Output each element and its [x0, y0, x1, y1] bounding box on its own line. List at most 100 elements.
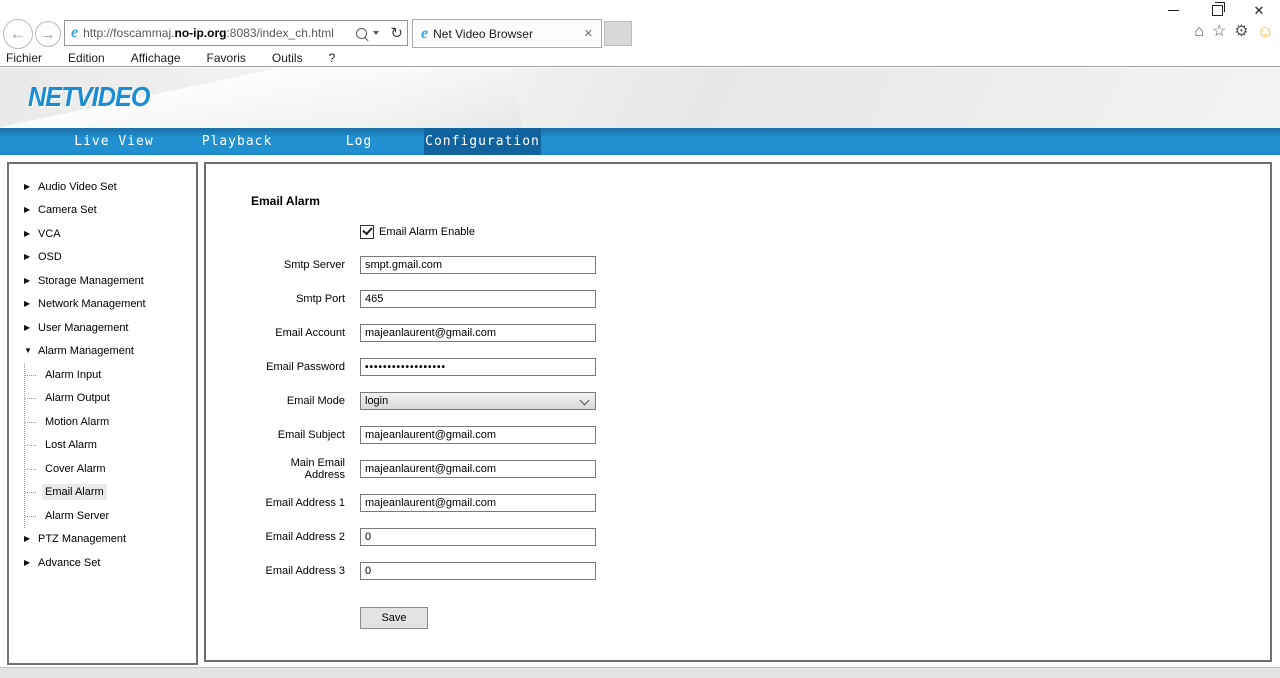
restore-icon: [1211, 1, 1225, 16]
close-button[interactable]: ✕: [1246, 2, 1272, 18]
refresh-icon[interactable]: ↻: [390, 26, 403, 41]
smtp-server-field[interactable]: [360, 256, 596, 274]
minimize-icon: [1167, 9, 1179, 11]
nav-tab-playback[interactable]: Playback: [177, 128, 297, 155]
sidebar-item-audio-video-set[interactable]: Audio Video Set: [9, 175, 196, 199]
sidebar-item-ptz-management[interactable]: PTZ Management: [9, 528, 196, 552]
search-dropdown-caret-icon[interactable]: [373, 31, 380, 35]
sidebar-item-label: User Management: [38, 321, 129, 334]
sidebar-item-label: Cover Alarm: [45, 462, 106, 475]
sidebar-item-label: Advance Set: [38, 556, 101, 569]
nav-tab-live-view[interactable]: Live View: [54, 128, 174, 155]
menu-item-favoris[interactable]: Favoris: [207, 51, 246, 65]
form-row-email-password: Email Password: [251, 358, 1270, 376]
caret-right-icon[interactable]: [24, 324, 33, 332]
email-account-label: Email Account: [275, 327, 345, 339]
browser-tab[interactable]: e Net Video Browser ✕: [412, 19, 602, 48]
email-mode-select[interactable]: login: [360, 392, 596, 410]
email-alarm-form: Smtp Server Smtp Port Email Account Email P…: [251, 256, 1270, 580]
email-address-3-field[interactable]: [360, 562, 596, 580]
nav-tab-log[interactable]: Log: [299, 128, 419, 155]
new-tab-button[interactable]: [604, 21, 632, 46]
sidebar-item-label: Alarm Management: [38, 345, 134, 358]
email-subject-field[interactable]: [360, 426, 596, 444]
sidebar-item-lost-alarm[interactable]: Lost Alarm: [25, 434, 196, 458]
sidebar-item-vca[interactable]: VCA: [9, 222, 196, 246]
sidebar-item-network-management[interactable]: Network Management: [9, 293, 196, 317]
status-bar: [0, 667, 1280, 678]
tab-close-icon[interactable]: ✕: [582, 27, 595, 40]
menu-item-help[interactable]: ?: [329, 51, 336, 65]
sidebar-item-alarm-output[interactable]: Alarm Output: [25, 387, 196, 411]
email-address-2-field[interactable]: [360, 528, 596, 546]
nav-tab-configuration[interactable]: Configuration: [424, 128, 541, 155]
sidebar-item-label: PTZ Management: [38, 533, 127, 546]
sidebar-item-cover-alarm[interactable]: Cover Alarm: [25, 457, 196, 481]
sidebar-item-camera-set[interactable]: Camera Set: [9, 199, 196, 223]
menu-item-affichage[interactable]: Affichage: [131, 51, 181, 65]
sidebar-item-label: Alarm Output: [45, 392, 110, 405]
smtp-server-label: Smtp Server: [283, 259, 345, 271]
home-icon[interactable]: ⌂: [1194, 23, 1204, 40]
menu-item-fichier[interactable]: Fichier: [6, 51, 42, 65]
config-main-panel: Email Alarm Email Alarm Enable Smtp Serv…: [204, 162, 1272, 662]
url-text[interactable]: http://foscammaj.no-ip.org:8083/index_ch…: [83, 26, 352, 40]
arrow-right-icon: →: [40, 25, 56, 43]
menu-item-outils[interactable]: Outils: [272, 51, 303, 65]
main-email-address-label: Main Email Address: [290, 457, 345, 481]
sidebar-item-alarm-server[interactable]: Alarm Server: [25, 504, 196, 528]
email-address-3-label: Email Address 3: [265, 565, 345, 577]
sidebar-item-user-management[interactable]: User Management: [9, 316, 196, 340]
caret-down-icon[interactable]: [24, 347, 33, 355]
caret-right-icon[interactable]: [24, 206, 33, 214]
main-email-address-field[interactable]: [360, 460, 596, 478]
sidebar-item-motion-alarm[interactable]: Motion Alarm: [25, 410, 196, 434]
sidebar-item-label: Camera Set: [38, 204, 97, 217]
email-password-field[interactable]: [360, 358, 596, 376]
address-bar[interactable]: e http://foscammaj.no-ip.org:8083/index_…: [64, 20, 408, 46]
caret-right-icon[interactable]: [24, 277, 33, 285]
save-button[interactable]: Save: [360, 607, 428, 629]
restore-button[interactable]: [1204, 1, 1230, 18]
form-row-smtp-port: Smtp Port: [251, 290, 1270, 308]
window-titlebar: ✕: [0, 0, 1280, 18]
feedback-smiley-icon[interactable]: ☺: [1257, 23, 1274, 40]
sidebar-item-label: Storage Management: [38, 274, 144, 287]
smtp-port-field[interactable]: [360, 290, 596, 308]
form-row-email-address-1: Email Address 1: [251, 494, 1270, 512]
caret-right-icon[interactable]: [24, 253, 33, 261]
forward-button[interactable]: →: [35, 21, 61, 47]
caret-right-icon[interactable]: [24, 535, 33, 543]
caret-right-icon[interactable]: [24, 230, 33, 238]
sidebar-item-label: Alarm Server: [45, 509, 110, 522]
email-address-1-field[interactable]: [360, 494, 596, 512]
ie-logo-icon: e: [71, 24, 79, 41]
close-icon: ✕: [1253, 2, 1265, 18]
email-alarm-enable-row: Email Alarm Enable: [360, 225, 1270, 239]
email-alarm-enable-checkbox[interactable]: [360, 225, 374, 239]
sidebar-item-label: Email Alarm: [42, 484, 107, 501]
sidebar-item-label: Lost Alarm: [45, 439, 97, 452]
back-button[interactable]: ←: [3, 19, 33, 49]
minimize-button[interactable]: [1160, 2, 1186, 18]
search-icon[interactable]: [356, 27, 368, 39]
sidebar-item-alarm-input[interactable]: Alarm Input: [25, 363, 196, 387]
netvideo-logo: NETVIDEO: [28, 81, 151, 112]
caret-right-icon[interactable]: [24, 300, 33, 308]
caret-right-icon[interactable]: [24, 183, 33, 191]
email-account-field[interactable]: [360, 324, 596, 342]
settings-gear-icon[interactable]: ⚙: [1234, 23, 1248, 40]
caret-right-icon[interactable]: [24, 559, 33, 567]
menu-item-edition[interactable]: Edition: [68, 51, 105, 65]
sidebar-item-osd[interactable]: OSD: [9, 246, 196, 270]
tab-title: Net Video Browser: [433, 26, 533, 41]
email-mode-value: login: [365, 395, 389, 407]
arrow-left-icon: ←: [9, 24, 27, 43]
email-address-2-label: Email Address 2: [265, 531, 345, 543]
favorites-star-icon[interactable]: ☆: [1212, 23, 1226, 40]
sidebar-item-email-alarm[interactable]: Email Alarm: [25, 481, 196, 505]
sidebar-item-alarm-management[interactable]: Alarm Management: [9, 340, 196, 364]
sidebar-item-storage-management[interactable]: Storage Management: [9, 269, 196, 293]
sidebar-item-advance-set[interactable]: Advance Set: [9, 551, 196, 575]
form-row-email-address-2: Email Address 2: [251, 528, 1270, 546]
